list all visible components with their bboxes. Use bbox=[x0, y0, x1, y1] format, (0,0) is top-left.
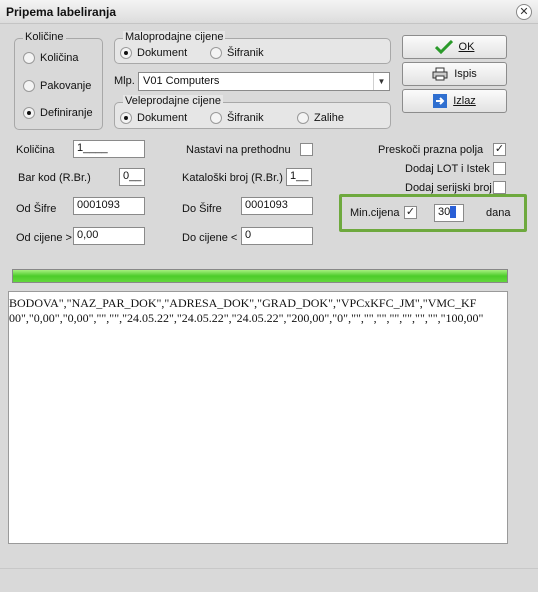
do-cijene-label: Do cijene < bbox=[182, 232, 238, 244]
progress-bar-fill bbox=[13, 270, 507, 282]
radio-vp-dokument-dot[interactable] bbox=[120, 112, 132, 124]
do-cijene-field[interactable]: 0 bbox=[241, 227, 313, 245]
radio-definiranje-label: Definiranje bbox=[40, 107, 93, 119]
kolicine-legend: Količine bbox=[23, 31, 66, 43]
title-bar: Pripema labeliranja ✕ bbox=[0, 0, 538, 24]
nastavi-checkbox[interactable] bbox=[300, 143, 313, 156]
do-sifre-field[interactable]: 0001093 bbox=[241, 197, 313, 215]
radio-kolicina-label: Količina bbox=[40, 52, 79, 64]
radio-vp-zalihe[interactable]: Zalihe bbox=[297, 112, 344, 124]
radio-pakovanje[interactable]: Pakovanje bbox=[23, 80, 91, 92]
mlp-select-value: V01 Computers bbox=[143, 75, 220, 87]
kolicina-label: Količina bbox=[16, 144, 55, 156]
preskoci-checkbox[interactable]: ✓ bbox=[493, 143, 506, 156]
chevron-down-icon[interactable]: ▼ bbox=[373, 73, 389, 90]
radio-mp-dokument-label: Dokument bbox=[137, 47, 188, 59]
bar-kod-field[interactable]: 0__ bbox=[119, 168, 145, 186]
radio-kolicina[interactable]: Količina bbox=[23, 52, 79, 64]
radio-kolicina-dot[interactable] bbox=[23, 52, 35, 64]
maloprodajne-legend: Maloprodajne cijene bbox=[123, 31, 226, 43]
radio-vp-zalihe-label: Zalihe bbox=[314, 112, 344, 124]
window-title: Pripema labeliranja bbox=[6, 5, 117, 19]
radio-vp-dokument-label: Dokument bbox=[137, 112, 188, 124]
radio-vp-sifranik-dot[interactable] bbox=[210, 112, 222, 124]
min-cijena-unit: dana bbox=[486, 207, 511, 219]
printer-icon bbox=[432, 67, 448, 81]
radio-vp-sifranik-label: Šifranik bbox=[227, 112, 264, 124]
radio-mp-dokument[interactable]: Dokument bbox=[120, 47, 187, 59]
lot-checkbox[interactable] bbox=[493, 162, 506, 175]
radio-mp-sifranik-dot[interactable] bbox=[210, 47, 222, 59]
radio-vp-zalihe-dot[interactable] bbox=[297, 112, 309, 124]
katalog-label: Kataloški broj (R.Br.) bbox=[182, 172, 283, 184]
output-line: BODOVA","NAZ_PAR_DOK","ADRESA_DOK","GRAD… bbox=[9, 296, 477, 310]
ok-button-label: OK bbox=[458, 41, 475, 53]
output-line: 00","0,00","0,00","","","24.05.22","24.0… bbox=[9, 311, 484, 325]
status-bar bbox=[0, 568, 538, 592]
serijski-label: Dodaj serijski broj bbox=[405, 182, 492, 194]
serijski-checkbox[interactable] bbox=[493, 181, 506, 194]
lot-label: Dodaj LOT i Istek bbox=[405, 163, 490, 175]
radio-mp-dokument-dot[interactable] bbox=[120, 47, 132, 59]
kolicina-field[interactable]: 1____ bbox=[73, 140, 145, 158]
od-cijene-label: Od cijene > bbox=[16, 232, 72, 244]
nastavi-label: Nastavi na prethodnu bbox=[186, 144, 291, 156]
min-cijena-days-value: 30 bbox=[438, 206, 451, 218]
izlaz-button-label: Izlaz bbox=[453, 95, 476, 107]
veleprodajne-legend: Veleprodajne cijene bbox=[123, 95, 224, 107]
exit-icon bbox=[433, 94, 448, 108]
min-cijena-days-field[interactable]: 30 bbox=[434, 204, 464, 222]
radio-definiranje-dot[interactable] bbox=[23, 107, 35, 119]
ok-button[interactable]: OK bbox=[402, 35, 507, 59]
od-sifre-label: Od Šifre bbox=[16, 203, 57, 215]
izlaz-button[interactable]: Izlaz bbox=[402, 89, 507, 113]
radio-definiranje[interactable]: Definiranje bbox=[23, 107, 93, 119]
radio-vp-dokument[interactable]: Dokument bbox=[120, 112, 187, 124]
output-text-area[interactable]: BODOVA","NAZ_PAR_DOK","ADRESA_DOK","GRAD… bbox=[8, 291, 508, 544]
min-cijena-label: Min.cijena bbox=[350, 207, 400, 219]
radio-vp-sifranik[interactable]: Šifranik bbox=[210, 112, 264, 124]
radio-mp-sifranik-label: Šifranik bbox=[227, 47, 264, 59]
radio-pakovanje-dot[interactable] bbox=[23, 80, 35, 92]
do-sifre-label: Do Šifre bbox=[182, 203, 222, 215]
radio-pakovanje-label: Pakovanje bbox=[40, 80, 92, 92]
ispis-button-label: Ispis bbox=[454, 68, 477, 80]
radio-mp-sifranik[interactable]: Šifranik bbox=[210, 47, 264, 59]
ispis-button[interactable]: Ispis bbox=[402, 62, 507, 86]
od-sifre-field[interactable]: 0001093 bbox=[73, 197, 145, 215]
bar-kod-label: Bar kod (R.Br.) bbox=[18, 172, 91, 184]
checkmark-icon bbox=[434, 40, 453, 54]
close-icon[interactable]: ✕ bbox=[516, 4, 532, 20]
preskoci-label: Preskoči prazna polja bbox=[378, 144, 484, 156]
mlp-label: Mlp. bbox=[114, 75, 135, 87]
progress-bar bbox=[12, 269, 508, 283]
katalog-field[interactable]: 1__ bbox=[286, 168, 312, 186]
od-cijene-field[interactable]: 0,00 bbox=[73, 227, 145, 245]
mlp-select[interactable]: V01 Computers ▼ bbox=[138, 72, 390, 91]
min-cijena-checkbox[interactable]: ✓ bbox=[404, 206, 417, 219]
